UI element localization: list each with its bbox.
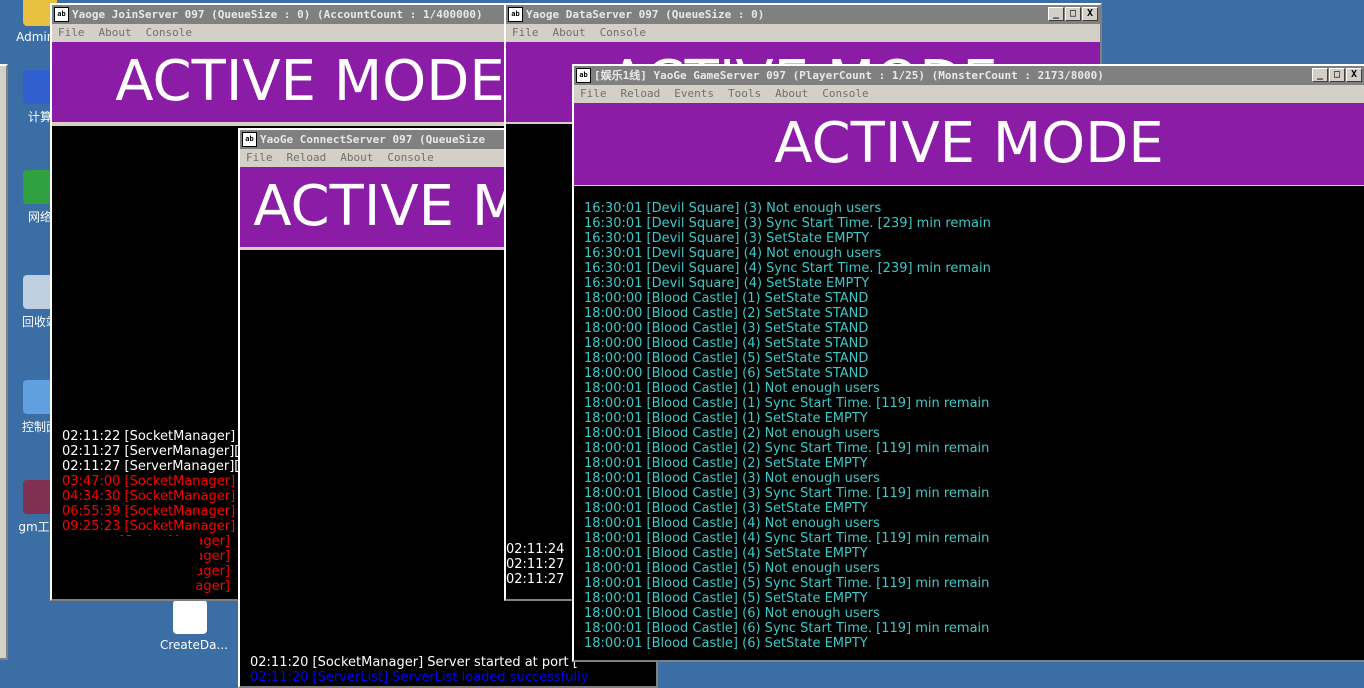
file-icon xyxy=(173,600,207,634)
gameserver-window[interactable]: ab [娱乐1线] YaoGe GameServer 097 (PlayerCou… xyxy=(572,64,1364,662)
log-line: 18:00:00 [Blood Castle] (2) SetState STA… xyxy=(584,306,869,321)
menu-item[interactable]: File xyxy=(512,24,539,42)
log-line: 18:00:00 [Blood Castle] (4) SetState STA… xyxy=(584,336,869,351)
log-line: 02:11:22 [SocketManager] xyxy=(62,429,236,444)
active-mode-banner: ACTIVE MODE xyxy=(574,103,1364,185)
window-title: [娱乐1线] YaoGe GameServer 097 (PlayerCount… xyxy=(594,69,1104,82)
log-line: 18:00:01 [Blood Castle] (5) SetState EMP… xyxy=(584,591,868,606)
log-line: 18:00:01 [Blood Castle] (2) Not enough u… xyxy=(584,426,880,441)
app-icon: ab xyxy=(508,7,523,22)
log-line: 18:00:01 [Blood Castle] (5) Not enough u… xyxy=(584,561,880,576)
log-line: 18:00:01 [Blood Castle] (3) Not enough u… xyxy=(584,471,880,486)
log-line: 02:11:20 [SocketManager] Server started … xyxy=(250,655,578,670)
log-line: 18:00:01 [Blood Castle] (1) Not enough u… xyxy=(584,381,880,396)
window-title: YaoGe ConnectServer 097 (QueueSize xyxy=(260,133,486,146)
log-line: 16:30:01 [Devil Square] (4) Not enough u… xyxy=(584,246,882,261)
log-line: 18:00:01 [Blood Castle] (3) SetState EMP… xyxy=(584,501,868,516)
menu-item[interactable]: Console xyxy=(600,24,646,42)
log-line: 16:30:01 [Devil Square] (3) Sync Start T… xyxy=(584,216,991,231)
log-line: ager] xyxy=(195,549,230,564)
log-line: 02:11:27 xyxy=(506,572,565,587)
app-icon: ab xyxy=(576,68,591,83)
console-log: 18:00:01 [Blood Castle] (6) SetState EMP… xyxy=(574,186,1364,660)
log-line: 18:00:01 [Blood Castle] (6) Not enough u… xyxy=(584,606,880,621)
background-window-edge xyxy=(0,64,8,660)
menu-bar: File Reload Events Tools About Console xyxy=(574,85,1364,103)
app-icon: ab xyxy=(242,132,257,147)
log-line: 16:30:01 [Devil Square] (4) SetState EMP… xyxy=(584,276,870,291)
title-bar[interactable]: ab [娱乐1线] YaoGe GameServer 097 (PlayerCou… xyxy=(574,66,1364,85)
log-line: 18:00:01 [Blood Castle] (3) Sync Start T… xyxy=(584,486,990,501)
log-line: 18:00:01 [Blood Castle] (4) Not enough u… xyxy=(584,516,880,531)
log-line: 16:30:01 [Devil Square] (3) SetState EMP… xyxy=(584,231,870,246)
log-line: 18:00:01 [Blood Castle] (4) Sync Start T… xyxy=(584,531,990,546)
log-line: 18:00:00 [Blood Castle] (3) SetState STA… xyxy=(584,321,869,336)
desktop-icon[interactable]: CreateDa... xyxy=(160,600,228,652)
overlay xyxy=(60,536,200,574)
maximize-button[interactable]: □ xyxy=(1329,68,1345,82)
menu-item[interactable]: File xyxy=(580,85,607,103)
log-line: 18:00:01 [Blood Castle] (5) Sync Start T… xyxy=(584,576,990,591)
title-bar[interactable]: ab Yaoge JoinServer 097 (QueueSize : 0) (… xyxy=(52,5,568,24)
log-line: 18:00:01 [Blood Castle] (1) Sync Start T… xyxy=(584,396,990,411)
log-line: 04:34:30 [SocketManager] xyxy=(62,489,236,504)
log-line: 18:00:00 [Blood Castle] (5) SetState STA… xyxy=(584,351,869,366)
menu-item[interactable]: Console xyxy=(146,24,192,42)
log-line: 06:55:39 [SocketManager] xyxy=(62,504,236,519)
close-button[interactable]: X xyxy=(1082,7,1098,21)
log-line: 02:11:27 xyxy=(506,557,565,572)
menu-item[interactable]: Console xyxy=(387,149,433,167)
minimize-button[interactable]: _ xyxy=(1312,68,1328,82)
menu-item[interactable]: File xyxy=(58,24,85,42)
menu-bar: File About Console xyxy=(52,24,568,42)
menu-item[interactable]: Console xyxy=(822,85,868,103)
log-line: 18:00:00 [Blood Castle] (6) SetState STA… xyxy=(584,366,869,381)
log-line: 03:47:00 [SocketManager] xyxy=(62,474,236,489)
desktop-icon-label: CreateDa... xyxy=(160,638,228,652)
active-mode-banner: ACTIVE MODE xyxy=(52,42,568,122)
log-line: 18:00:01 [Blood Castle] (4) SetState EMP… xyxy=(584,546,868,561)
window-title: Yaoge JoinServer 097 (QueueSize : 0) (Ac… xyxy=(72,8,483,21)
log-line: 18:00:01 [Blood Castle] (2) Sync Start T… xyxy=(584,441,990,456)
log-line: 18:00:01 [Blood Castle] (6) Sync Start T… xyxy=(584,621,990,636)
menu-item[interactable]: About xyxy=(775,85,808,103)
menu-item[interactable]: File xyxy=(246,149,273,167)
log-line: 09:25:23 [SocketManager] xyxy=(62,519,236,534)
log-line: 02:11:20 [ServerList] ServerList loaded … xyxy=(250,670,589,685)
log-line: 18:00:00 [Blood Castle] (1) SetState STA… xyxy=(584,291,869,306)
title-bar[interactable]: ab Yaoge DataServer 097 (QueueSize : 0) _… xyxy=(506,5,1100,24)
log-line: 02:11:27 [ServerManager][ xyxy=(62,444,240,459)
menu-item[interactable]: Events xyxy=(674,85,714,103)
log-line: ager] xyxy=(195,564,230,579)
log-line: 16:30:01 [Devil Square] (3) Not enough u… xyxy=(584,201,882,216)
log-line: 16:30:01 [Devil Square] (4) Sync Start T… xyxy=(584,261,991,276)
menu-item[interactable]: Tools xyxy=(728,85,761,103)
menu-item[interactable]: About xyxy=(340,149,373,167)
maximize-button[interactable]: □ xyxy=(1065,7,1081,21)
menu-item[interactable]: About xyxy=(99,24,132,42)
log-line: 18:00:01 [Blood Castle] (2) SetState EMP… xyxy=(584,456,868,471)
log-line: 02:11:27 [ServerManager][ xyxy=(62,459,240,474)
menu-item[interactable]: Reload xyxy=(621,85,661,103)
close-button[interactable]: X xyxy=(1346,68,1362,82)
window-title: Yaoge DataServer 097 (QueueSize : 0) xyxy=(526,8,765,21)
log-line: 02:11:24 xyxy=(506,542,565,557)
log-line: ager] xyxy=(195,579,230,594)
app-icon: ab xyxy=(54,7,69,22)
menu-item[interactable]: Reload xyxy=(287,149,327,167)
menu-item[interactable]: About xyxy=(553,24,586,42)
log-line: 18:00:01 [Blood Castle] (6) SetState EMP… xyxy=(584,636,868,651)
minimize-button[interactable]: _ xyxy=(1048,7,1064,21)
log-line: 18:00:01 [Blood Castle] (1) SetState EMP… xyxy=(584,411,868,426)
menu-bar: File About Console xyxy=(506,24,1100,42)
